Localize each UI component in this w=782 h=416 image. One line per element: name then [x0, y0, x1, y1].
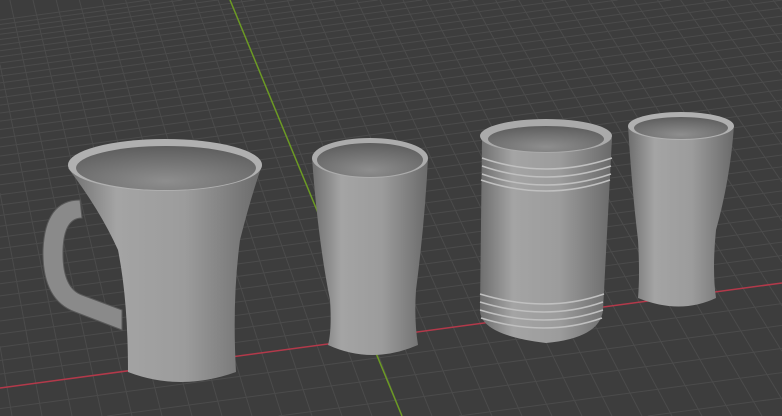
grid-line: [647, 397, 782, 416]
grid-line: [0, 346, 13, 416]
tall-glass-object[interactable]: [312, 138, 428, 355]
grid-line: [772, 0, 782, 12]
mug-body: [68, 165, 262, 382]
mug-opening: [76, 146, 256, 190]
grid-line: [278, 347, 782, 416]
tall-glass-opening: [317, 143, 423, 177]
grid-line: [9, 0, 103, 416]
grid-line: [703, 0, 782, 110]
jar-object[interactable]: [479, 119, 613, 343]
jar-opening: [488, 126, 604, 152]
3d-viewport[interactable]: [0, 0, 782, 416]
pint-glass-body: [628, 126, 734, 307]
grid-line: [0, 0, 295, 40]
grid-line: [0, 0, 671, 91]
viewport-canvas[interactable]: [0, 0, 782, 416]
grid-line: [458, 372, 782, 416]
tall-glass-body: [312, 158, 428, 355]
mug-object[interactable]: [42, 139, 262, 382]
grid-line: [0, 0, 378, 52]
pint-glass-opening: [634, 117, 728, 139]
